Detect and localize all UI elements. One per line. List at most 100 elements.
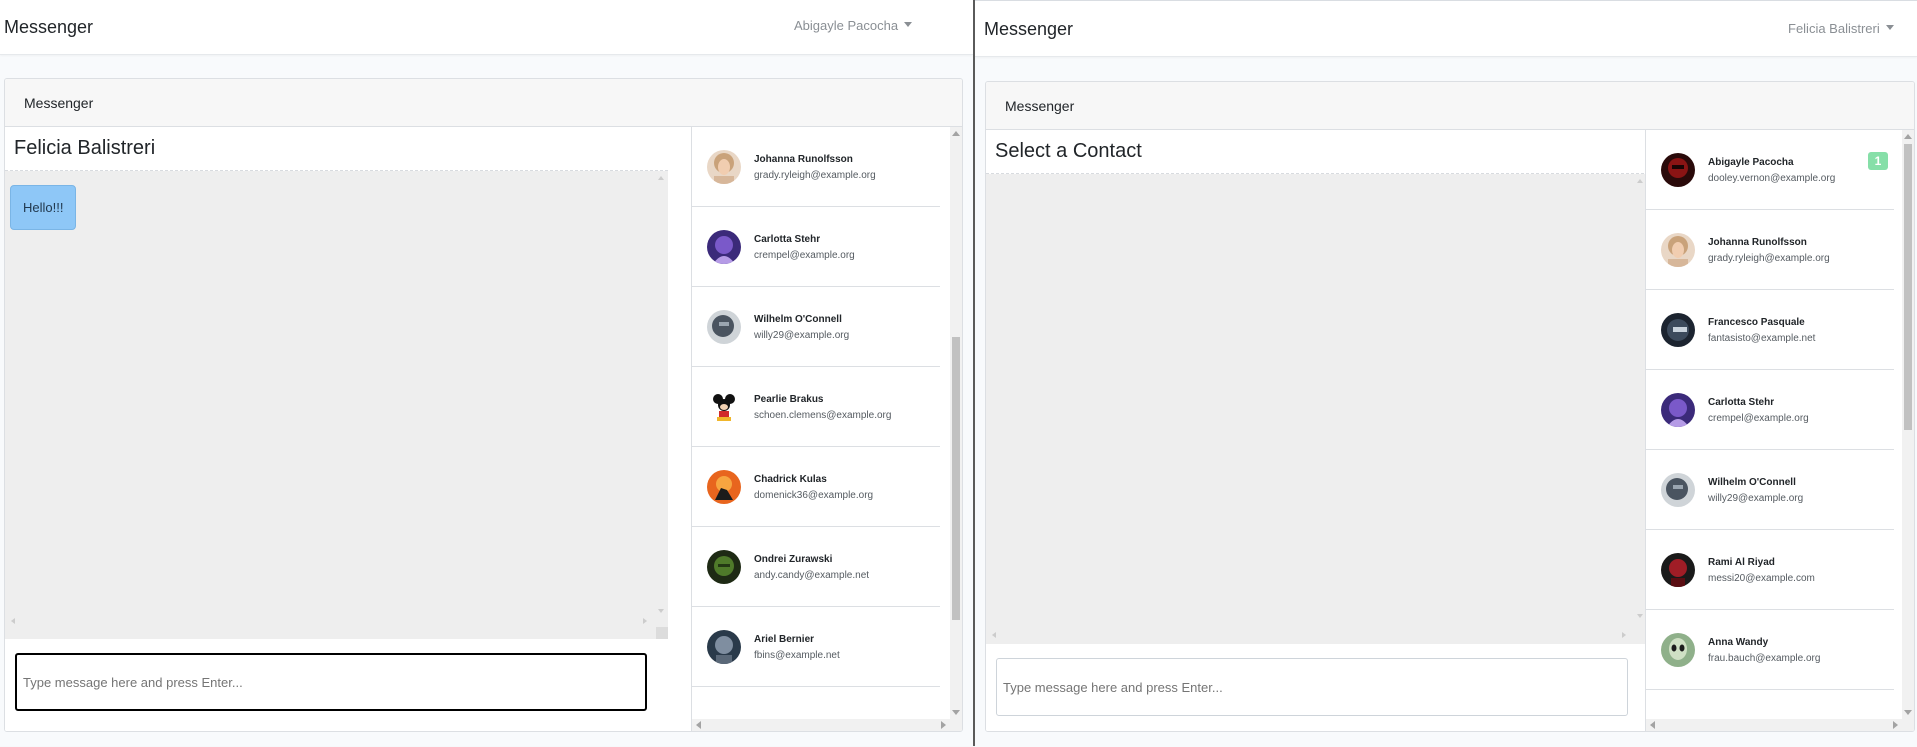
- scroll-down-arrow-icon[interactable]: [1904, 710, 1912, 715]
- avatar: [707, 550, 741, 584]
- contact-item[interactable]: Anna Wandy frau.bauch@example.org: [1646, 610, 1894, 690]
- contact-email: crempel@example.org: [1708, 413, 1809, 424]
- contacts-list[interactable]: Abigayle Pacocha dooley.vernon@example.o…: [1645, 130, 1914, 731]
- scroll-up-arrow-icon[interactable]: [1637, 179, 1643, 183]
- contact-email: fantasisto@example.net: [1708, 333, 1816, 344]
- conversation-panel: Felicia Balistreri Hello!!!: [5, 127, 668, 731]
- avatar: [1661, 313, 1695, 347]
- card-header: Messenger: [5, 79, 962, 127]
- contact-name: Carlotta Stehr: [1708, 397, 1775, 408]
- scroll-down-arrow-icon[interactable]: [658, 609, 664, 613]
- contact-item[interactable]: Carlotta Stehr crempel@example.org: [1646, 370, 1894, 450]
- contact-name: Carlotta Stehr: [754, 234, 821, 245]
- contact-item[interactable]: Francesco Pasquale fantasisto@example.ne…: [1646, 290, 1894, 370]
- conversation-title: Felicia Balistreri: [14, 137, 156, 159]
- contact-email: grady.ryleigh@example.org: [1708, 253, 1830, 264]
- message-input[interactable]: [996, 658, 1628, 716]
- scroll-left-arrow-icon[interactable]: [992, 632, 996, 638]
- message-feed[interactable]: Hello!!!: [5, 171, 668, 639]
- user-name: Felicia Balistreri: [1788, 21, 1880, 36]
- contact-item[interactable]: Carlotta Stehr crempel@example.org: [692, 207, 940, 287]
- contact-item[interactable]: Chadrick Kulas domenick36@example.org: [692, 447, 940, 527]
- contacts-horizontal-scrollbar[interactable]: [692, 719, 962, 731]
- messenger-card: Messenger Select a Contact Abigayle Paco…: [985, 81, 1915, 732]
- message-feed[interactable]: [986, 174, 1649, 644]
- contact-item[interactable]: Abigayle Pacocha dooley.vernon@example.o…: [1646, 130, 1894, 210]
- navbar-brand[interactable]: Messenger: [4, 17, 93, 38]
- contacts-vertical-scrollbar[interactable]: [950, 127, 962, 719]
- avatar: [707, 310, 741, 344]
- contact-email: fbins@example.net: [754, 650, 840, 661]
- contact-item[interactable]: Pearlie Brakus schoen.clemens@example.or…: [692, 367, 940, 447]
- scroll-right-arrow-icon[interactable]: [643, 618, 647, 624]
- contact-name: Anna Wandy: [1708, 637, 1769, 648]
- avatar: [1661, 393, 1695, 427]
- conversation-header: Select a Contact: [986, 130, 1649, 174]
- scroll-right-arrow-icon[interactable]: [941, 721, 946, 729]
- message-input[interactable]: [15, 653, 647, 711]
- contact-item[interactable]: Wilhelm O'Connell willy29@example.org: [1646, 450, 1894, 530]
- contact-email: domenick36@example.org: [754, 490, 874, 501]
- scroll-left-arrow-icon[interactable]: [696, 721, 701, 729]
- scrollbar-thumb[interactable]: [1904, 144, 1912, 430]
- card-title: Messenger: [24, 95, 94, 111]
- scroll-right-arrow-icon[interactable]: [1893, 721, 1898, 729]
- contact-item[interactable]: Rami Al Riyad messi20@example.com: [1646, 530, 1894, 610]
- contact-item[interactable]: Johanna Runolfsson grady.ryleigh@example…: [692, 127, 940, 207]
- avatar: [707, 230, 741, 264]
- avatar: [707, 470, 741, 504]
- scroll-right-arrow-icon[interactable]: [1622, 632, 1626, 638]
- contact-email: frau.bauch@example.org: [1708, 653, 1821, 664]
- chevron-down-icon: [904, 22, 913, 28]
- contacts-list[interactable]: Johanna Runolfsson grady.ryleigh@example…: [691, 127, 962, 731]
- avatar: [707, 390, 741, 424]
- card-header: Messenger: [986, 82, 1914, 130]
- unread-badge: 1: [1868, 152, 1888, 170]
- avatar: [1661, 153, 1695, 187]
- messenger-card: Messenger Felicia Balistreri Hello!!! Jo…: [4, 78, 963, 732]
- scroll-left-arrow-icon[interactable]: [1650, 721, 1655, 729]
- avatar: [1661, 633, 1695, 667]
- contact-name: Ondrei Zurawski: [754, 554, 833, 565]
- contact-email: dooley.vernon@example.org: [1708, 173, 1836, 184]
- message-bubble: Hello!!!: [10, 185, 77, 230]
- avatar: [1661, 233, 1695, 267]
- avatar: [1661, 473, 1695, 507]
- left-window: Messenger Abigayle Pacocha Messenger Fel…: [0, 0, 973, 746]
- contacts-horizontal-scrollbar[interactable]: [1646, 719, 1914, 731]
- contact-email: messi20@example.com: [1708, 573, 1815, 584]
- user-menu[interactable]: Abigayle Pacocha: [794, 18, 913, 33]
- scroll-left-arrow-icon[interactable]: [11, 618, 15, 624]
- scroll-up-arrow-icon[interactable]: [952, 131, 960, 136]
- contact-email: crempel@example.org: [754, 250, 855, 261]
- contact-name: Rami Al Riyad: [1708, 557, 1775, 568]
- contact-email: willy29@example.org: [754, 330, 850, 341]
- navbar-brand[interactable]: Messenger: [984, 19, 1073, 40]
- scroll-down-arrow-icon[interactable]: [1637, 614, 1643, 618]
- conversation-header: Felicia Balistreri: [5, 127, 668, 171]
- user-name: Abigayle Pacocha: [794, 18, 899, 33]
- scroll-corner: [656, 627, 668, 639]
- composer: [986, 650, 1649, 731]
- chevron-down-icon: [1885, 25, 1894, 31]
- scroll-up-arrow-icon[interactable]: [658, 176, 664, 180]
- contact-item[interactable]: Wilhelm O'Connell willy29@example.org: [692, 287, 940, 367]
- scroll-down-arrow-icon[interactable]: [952, 710, 960, 715]
- user-menu[interactable]: Felicia Balistreri: [1788, 21, 1894, 36]
- contact-name: Abigayle Pacocha: [1708, 157, 1794, 168]
- contact-name: Wilhelm O'Connell: [754, 314, 842, 325]
- avatar: [1661, 553, 1695, 587]
- contact-name: Ariel Bernier: [754, 634, 815, 645]
- contact-name: Pearlie Brakus: [754, 394, 824, 405]
- avatar: [707, 630, 741, 664]
- card-title: Messenger: [1005, 98, 1075, 114]
- contact-item[interactable]: Ondrei Zurawski andy.candy@example.net: [692, 527, 940, 607]
- contact-item[interactable]: Johanna Runolfsson grady.ryleigh@example…: [1646, 210, 1894, 290]
- contact-email: schoen.clemens@example.org: [754, 410, 892, 421]
- scrollbar-thumb[interactable]: [952, 337, 960, 620]
- scroll-up-arrow-icon[interactable]: [1904, 134, 1912, 139]
- contacts-vertical-scrollbar[interactable]: [1902, 130, 1914, 719]
- navbar: Messenger Abigayle Pacocha: [0, 0, 973, 55]
- right-window: Messenger Felicia Balistreri Messenger S…: [975, 0, 1917, 747]
- contact-item[interactable]: Ariel Bernier fbins@example.net: [692, 607, 940, 687]
